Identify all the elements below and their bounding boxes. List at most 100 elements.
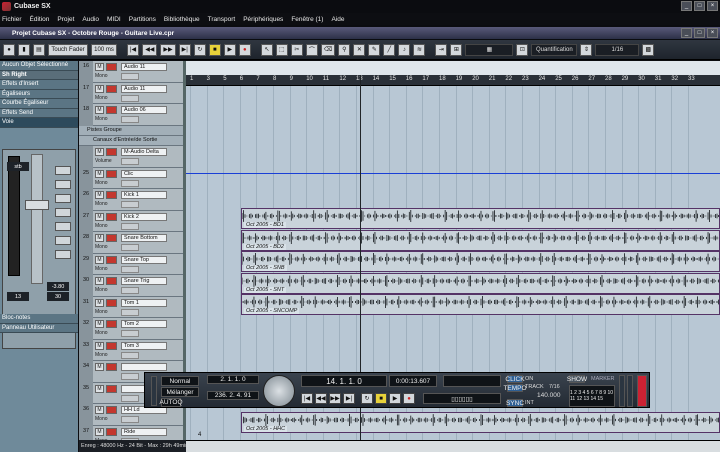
track-record-button[interactable]	[106, 212, 117, 221]
position-display-time[interactable]: 0:00:13.607	[389, 375, 437, 387]
track-name[interactable]: M-Audio Delta	[121, 147, 167, 156]
range-selection-tool[interactable]: ⬚	[275, 43, 288, 56]
track-lane-button[interactable]	[121, 222, 139, 230]
track-record-button[interactable]	[106, 234, 117, 242]
track-row[interactable]: 27 M Kick 2 Mono	[79, 210, 183, 232]
track-mute-button[interactable]: M	[95, 298, 104, 307]
channel-read-button[interactable]	[55, 236, 71, 245]
project-minimize-icon[interactable]: _	[681, 28, 692, 38]
track-mute-button[interactable]: M	[95, 363, 104, 371]
track-name[interactable]: Kick 2	[121, 212, 167, 221]
track-mute-button[interactable]: M	[95, 84, 104, 93]
inspector-section-5[interactable]: Effets Send	[0, 108, 78, 118]
track-mute-button[interactable]: M	[95, 106, 104, 114]
line-tool[interactable]: ╱	[383, 43, 396, 56]
overview-line[interactable]	[186, 61, 720, 75]
track-row[interactable]: Canaux d'Entrée/de Sortie	[79, 135, 183, 146]
time-signature[interactable]: 7/16	[549, 384, 560, 390]
audio-event[interactable]: Oct 2005 - SNCOMP	[241, 294, 720, 315]
show-markers-button[interactable]: SHOW	[567, 375, 587, 383]
quantize-toggle[interactable]: ⇕	[580, 43, 593, 56]
audio-event[interactable]: Oct 2005 - BD2	[241, 230, 720, 251]
track-name[interactable]: Snare Top	[121, 255, 167, 264]
channel-mute-button[interactable]	[55, 180, 71, 189]
track-lane-button[interactable]	[121, 244, 139, 251]
menu-item-0[interactable]: Fichier	[2, 16, 22, 23]
track-lane-button[interactable]	[121, 94, 139, 102]
erase-tool[interactable]: ⌫	[320, 43, 336, 56]
volume-fader-handle[interactable]	[25, 200, 49, 210]
transport-rewind-button[interactable]: ◀◀	[315, 393, 327, 404]
track-name[interactable]: Clic	[121, 169, 167, 178]
draw-tool[interactable]: ✎	[368, 43, 381, 56]
transport-cycle-button[interactable]: ↻	[361, 393, 373, 404]
play-tool[interactable]: ♪	[398, 43, 411, 56]
cycle-button[interactable]: ↻	[193, 43, 206, 56]
track-row[interactable]: 17 M Audio 11 Mono	[79, 82, 183, 104]
split-tool[interactable]: ✂	[290, 43, 303, 56]
show-inspector-button[interactable]: ▤	[33, 43, 45, 56]
track-mute-button[interactable]: M	[95, 427, 104, 436]
master-volume-slider[interactable]	[637, 375, 647, 407]
inspector-bottom-section-0[interactable]: Bloc-notes	[0, 314, 78, 324]
track-record-button[interactable]	[106, 63, 117, 71]
track-row[interactable]: 37MRideMono	[79, 425, 183, 440]
track-record-button[interactable]	[106, 255, 117, 264]
transport-stop-button[interactable]: ■	[375, 393, 387, 404]
maximize-icon[interactable]: □	[694, 1, 705, 11]
track-lane-button[interactable]	[121, 201, 139, 208]
track-record-button[interactable]	[106, 320, 117, 328]
tempo-button[interactable]: TEMPO	[503, 384, 527, 392]
activate-project-button[interactable]: ●	[3, 43, 15, 56]
audio-event[interactable]: Oct 2005 - SNT	[241, 273, 720, 294]
track-mute-button[interactable]: M	[95, 384, 104, 393]
menu-item-4[interactable]: MIDI	[107, 16, 121, 23]
track-lane-button[interactable]	[121, 351, 139, 359]
menu-item-7[interactable]: Transport	[208, 16, 236, 23]
cycle-record-mode-select[interactable]: Mélanger	[161, 387, 199, 397]
inspector-section-4[interactable]: Courbe Égaliseur	[0, 99, 78, 109]
track-lane-button[interactable]	[121, 265, 139, 273]
track-row[interactable]: 28 M Snare Bottom Mono	[79, 232, 183, 254]
track-row[interactable]: Pistes Groupe	[79, 125, 183, 136]
jog-shuttle-wheel[interactable]	[263, 375, 295, 407]
track-name[interactable]: Tom 1	[121, 298, 167, 307]
track-mute-button[interactable]: M	[95, 169, 104, 178]
record-button[interactable]: ●	[238, 43, 251, 56]
track-name[interactable]: Audio 06	[121, 106, 167, 114]
track-name[interactable]	[121, 363, 167, 371]
track-lane-button[interactable]	[121, 73, 139, 80]
click-button[interactable]: CLICK	[505, 375, 525, 383]
menu-item-6[interactable]: Bibliothèque	[164, 16, 200, 23]
inspector-section-1[interactable]: Sh Right	[0, 70, 78, 80]
track-row[interactable]: 26 M Kick 1 Mono	[79, 189, 183, 211]
track-lane-button[interactable]	[121, 179, 139, 187]
track-name[interactable]: Tom 2	[121, 320, 167, 328]
track-name[interactable]: Snare Bottom	[121, 234, 167, 242]
audio-event[interactable]: Oct 2005 - HHC	[241, 412, 720, 433]
channel-record-button[interactable]	[55, 222, 71, 231]
inspector-section-2[interactable]: Effets d'Insert	[0, 80, 78, 90]
automation-mode-select[interactable]: Touch Fader	[48, 43, 88, 56]
track-record-button[interactable]	[106, 341, 117, 350]
track-record-button[interactable]	[106, 106, 117, 114]
project-maximize-icon[interactable]: □	[694, 28, 705, 38]
menu-item-5[interactable]: Partitions	[129, 16, 156, 23]
track-mute-button[interactable]: M	[95, 191, 104, 199]
inspector-section-3[interactable]: Égaliseurs	[0, 89, 78, 99]
track-mute-button[interactable]: M	[95, 212, 104, 221]
project-close-icon[interactable]: ×	[707, 28, 718, 38]
color-picker-button[interactable]: ▩	[642, 43, 655, 56]
object-selection-tool[interactable]: ↖	[260, 43, 273, 56]
transport-play-button[interactable]: ▶	[389, 393, 401, 404]
track-mute-button[interactable]: M	[95, 341, 104, 350]
track-lane-button[interactable]	[121, 394, 139, 402]
track-record-button[interactable]	[106, 363, 117, 371]
track-mute-button[interactable]: M	[95, 255, 104, 264]
track-record-button[interactable]	[106, 277, 117, 285]
track-row[interactable]: 32 M Tom 2 Mono	[79, 318, 183, 340]
glue-tool[interactable]: ⌒	[305, 43, 318, 56]
close-icon[interactable]: ×	[707, 1, 718, 11]
autoscroll-button[interactable]: ⇥	[435, 43, 448, 56]
autoq-button[interactable]: AUTOQ	[160, 398, 183, 407]
